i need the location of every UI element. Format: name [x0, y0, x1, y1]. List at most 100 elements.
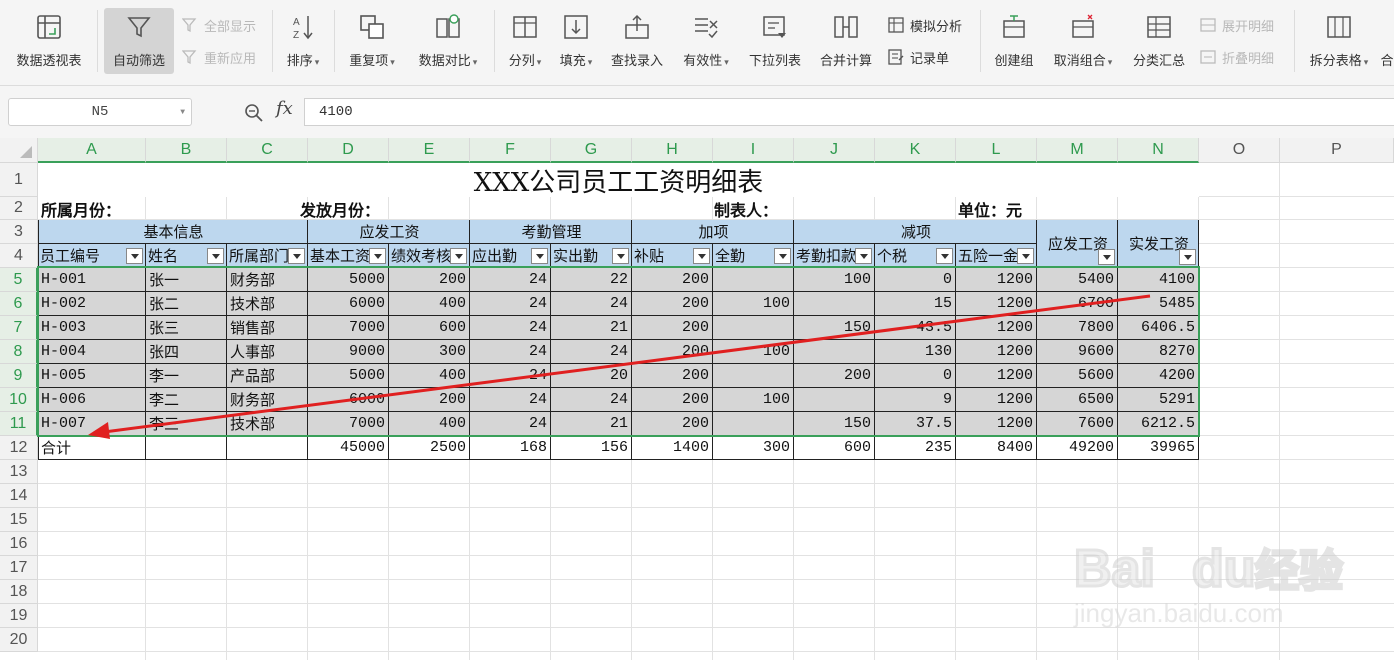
column-header-o[interactable]: O [1199, 138, 1280, 163]
filter-dropdown-button[interactable] [531, 248, 548, 264]
row-header-15[interactable]: 15 [0, 508, 38, 532]
data-compare-button[interactable]: 数据对比 ▾ [410, 8, 486, 74]
table-cell[interactable]: 张三 [146, 316, 227, 340]
filter-dropdown-button[interactable] [1017, 248, 1034, 264]
dropdown-list-button[interactable]: 下拉列表 [744, 8, 806, 74]
table-cell[interactable]: 7000 [308, 316, 389, 340]
table-cell[interactable]: 200 [632, 292, 713, 316]
table-cell[interactable]: 200 [632, 268, 713, 292]
table-cell[interactable]: 21 [551, 412, 632, 436]
column-label-11[interactable]: 个税 [875, 244, 956, 268]
table-cell[interactable]: 130 [875, 340, 956, 364]
total-cell[interactable]: 45000 [308, 436, 389, 460]
sheet-title[interactable]: XXX公司员工工资明细表 [38, 163, 1199, 198]
table-cell[interactable] [794, 292, 875, 316]
table-cell[interactable]: 24 [470, 412, 551, 436]
table-cell[interactable]: 37.5 [875, 412, 956, 436]
more-ribbon-button[interactable]: 合 [1380, 8, 1394, 74]
fx-icon[interactable]: fx [276, 98, 293, 119]
table-cell[interactable]: 6700 [1037, 292, 1118, 316]
table-cell[interactable]: H-001 [38, 268, 146, 292]
filter-dropdown-button[interactable] [207, 248, 224, 264]
row-header-19[interactable]: 19 [0, 604, 38, 628]
table-cell[interactable]: 6000 [308, 292, 389, 316]
table-cell[interactable]: 5600 [1037, 364, 1118, 388]
month-label[interactable]: 所属月份： [41, 197, 121, 220]
total-cell[interactable]: 300 [713, 436, 794, 460]
table-cell[interactable]: 张一 [146, 268, 227, 292]
table-cell[interactable]: 张二 [146, 292, 227, 316]
column-label-3[interactable]: 所属部门 [227, 244, 308, 268]
table-cell[interactable]: H-003 [38, 316, 146, 340]
total-cell[interactable]: 1400 [632, 436, 713, 460]
table-cell[interactable]: 李二 [146, 388, 227, 412]
ungroup-button[interactable]: 取消组合 ▾ [1046, 8, 1120, 74]
table-cell[interactable]: 9600 [1037, 340, 1118, 364]
table-cell[interactable]: H-005 [38, 364, 146, 388]
table-cell[interactable]: 200 [632, 412, 713, 436]
group-header-attendance[interactable]: 考勤管理 [470, 220, 632, 244]
filter-dropdown-button[interactable] [288, 248, 305, 264]
table-cell[interactable] [713, 268, 794, 292]
consolidate-button[interactable]: 合并计算 [814, 8, 878, 74]
table-cell[interactable]: 150 [794, 316, 875, 340]
column-label-7[interactable]: 实出勤 [551, 244, 632, 268]
total-cell[interactable]: 8400 [956, 436, 1037, 460]
column-header-g[interactable]: G [551, 138, 632, 163]
table-cell[interactable]: 8270 [1118, 340, 1199, 364]
column-label-12[interactable]: 五险一金 [956, 244, 1037, 268]
row-header-5[interactable]: 5 [0, 268, 38, 292]
table-cell[interactable]: 43.5 [875, 316, 956, 340]
table-cell[interactable] [794, 388, 875, 412]
table-cell[interactable]: 技术部 [227, 412, 308, 436]
table-cell[interactable]: 24 [551, 292, 632, 316]
table-cell[interactable]: 1200 [956, 316, 1037, 340]
column-header-p[interactable]: P [1280, 138, 1394, 163]
pay-month-label[interactable]: 发放月份： [300, 197, 380, 220]
zoom-search-icon[interactable] [244, 103, 264, 123]
table-cell[interactable]: 人事部 [227, 340, 308, 364]
column-header-a[interactable]: A [38, 138, 146, 163]
show-all-button[interactable]: 全部显示 [180, 14, 256, 36]
pivot-table-button[interactable]: 数据透视表 [8, 8, 90, 74]
row-header-17[interactable]: 17 [0, 556, 38, 580]
table-cell[interactable]: 李一 [146, 364, 227, 388]
table-cell[interactable]: 24 [470, 388, 551, 412]
table-cell[interactable]: 5400 [1037, 268, 1118, 292]
table-cell[interactable]: 200 [632, 388, 713, 412]
table-cell[interactable]: 0 [875, 268, 956, 292]
table-cell[interactable]: H-002 [38, 292, 146, 316]
table-cell[interactable]: 600 [389, 316, 470, 340]
column-header-n[interactable]: N [1118, 138, 1199, 163]
filter-dropdown-button[interactable] [1179, 249, 1196, 265]
table-cell[interactable]: 6406.5 [1118, 316, 1199, 340]
column-label-5[interactable]: 绩效考核 [389, 244, 470, 268]
table-cell[interactable]: 24 [470, 364, 551, 388]
filter-dropdown-button[interactable] [612, 248, 629, 264]
table-cell[interactable]: 24 [470, 292, 551, 316]
record-form-button[interactable]: 记录单 [886, 46, 949, 68]
column-label-9[interactable]: 全勤 [713, 244, 794, 268]
header-gross-pay[interactable]: 应发工资 [1037, 220, 1118, 268]
table-cell[interactable]: 财务部 [227, 388, 308, 412]
autofilter-button[interactable]: 自动筛选 [104, 8, 174, 74]
column-header-c[interactable]: C [227, 138, 308, 163]
row-header-13[interactable]: 13 [0, 460, 38, 484]
table-cell[interactable]: 5000 [308, 268, 389, 292]
table-cell[interactable]: 100 [713, 292, 794, 316]
filter-dropdown-button[interactable] [126, 248, 143, 264]
total-cell[interactable]: 2500 [389, 436, 470, 460]
table-cell[interactable] [794, 340, 875, 364]
group-header-payable[interactable]: 应发工资 [308, 220, 470, 244]
column-label-8[interactable]: 补贴 [632, 244, 713, 268]
table-cell[interactable]: 产品部 [227, 364, 308, 388]
total-cell[interactable]: 156 [551, 436, 632, 460]
table-cell[interactable]: 9000 [308, 340, 389, 364]
table-cell[interactable]: 5000 [308, 364, 389, 388]
table-cell[interactable] [713, 316, 794, 340]
table-cell[interactable]: 200 [794, 364, 875, 388]
table-cell[interactable]: 150 [794, 412, 875, 436]
table-cell[interactable]: 1200 [956, 412, 1037, 436]
table-cell[interactable]: 24 [470, 340, 551, 364]
filter-dropdown-button[interactable] [1098, 249, 1115, 265]
